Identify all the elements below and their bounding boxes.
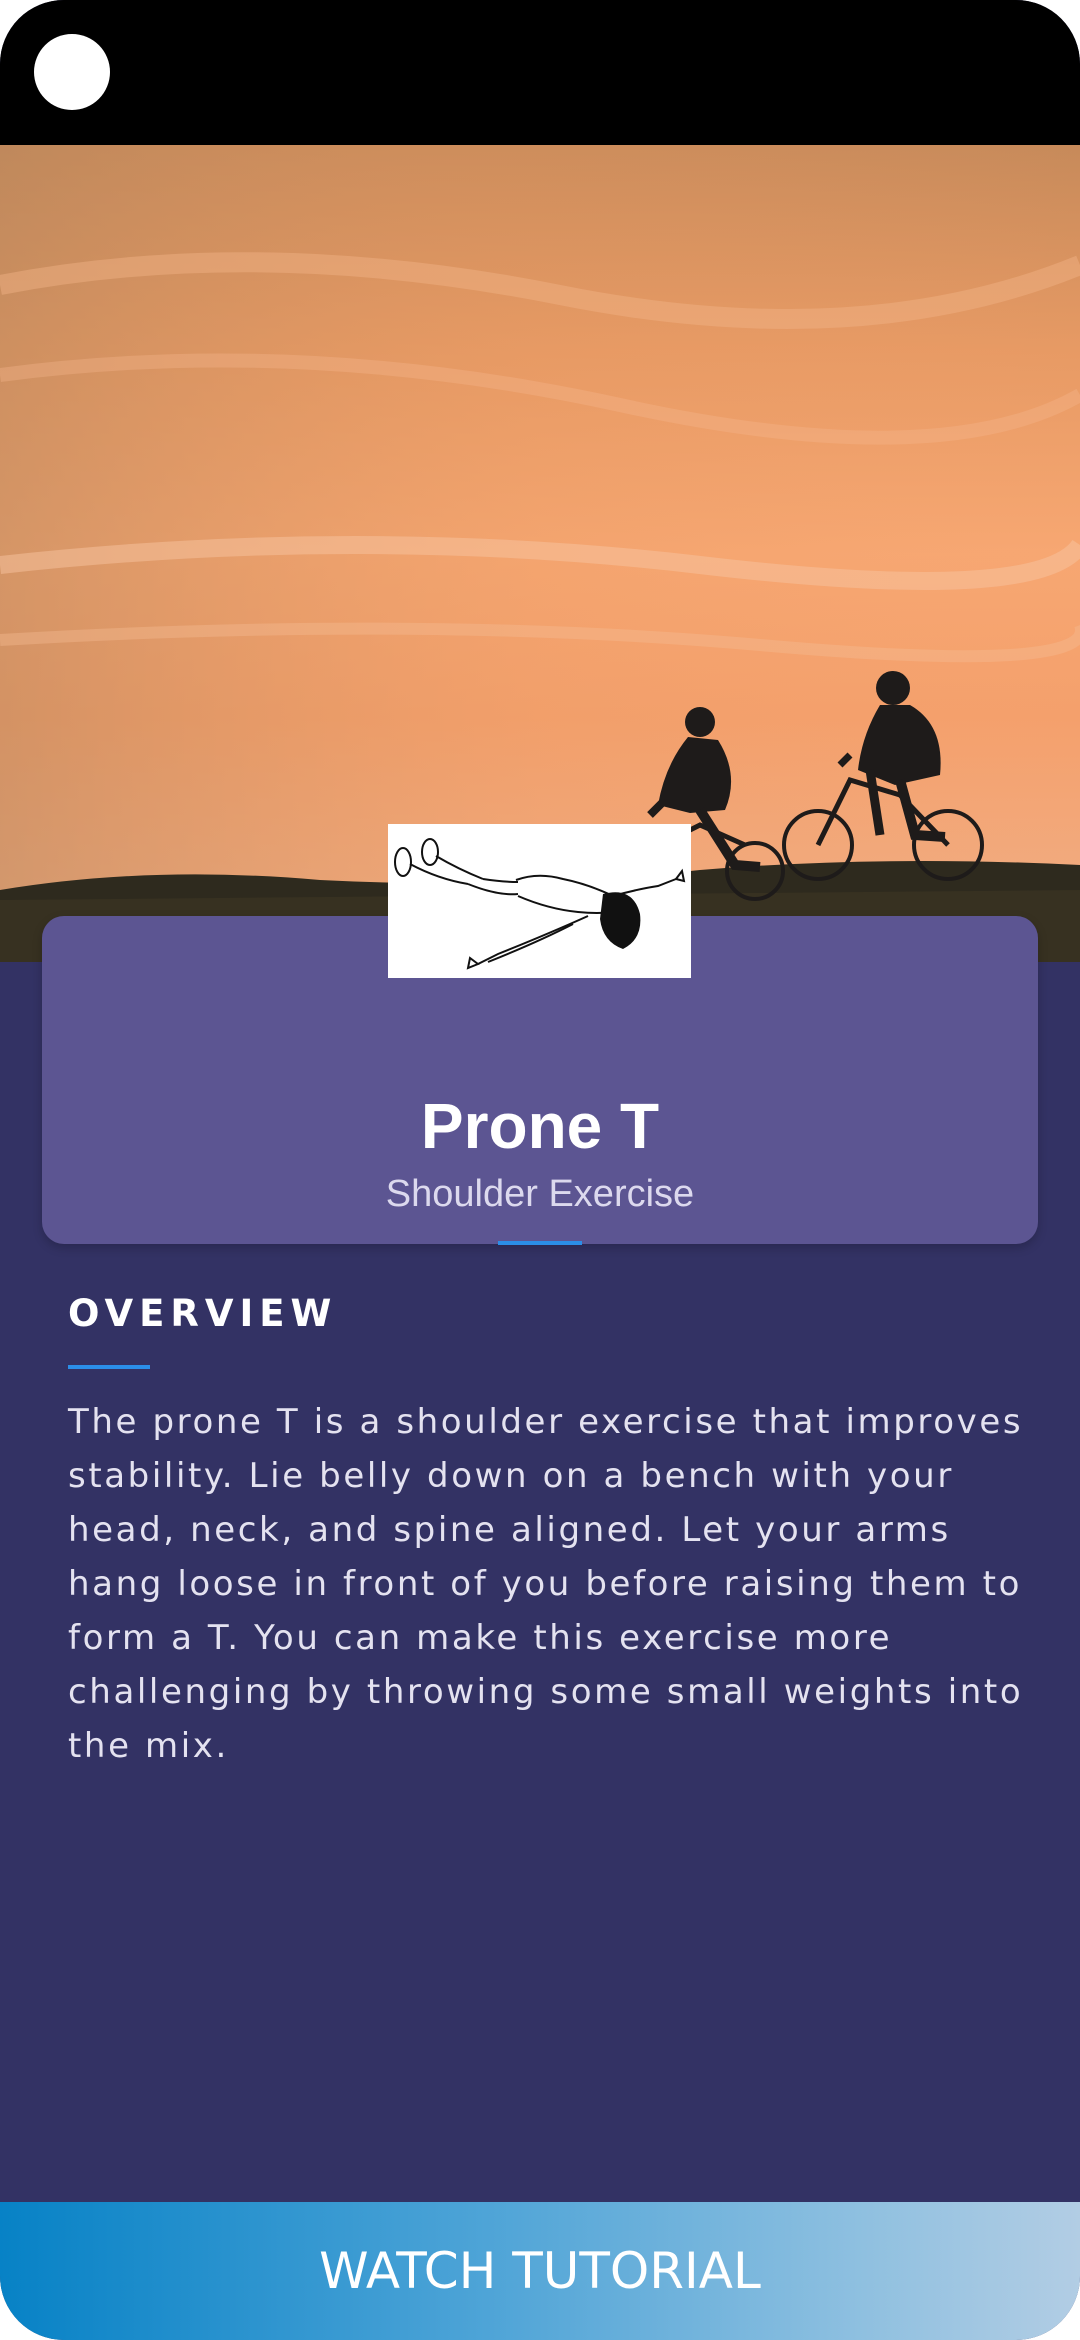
exercise-subtitle: Shoulder Exercise bbox=[385, 1173, 695, 1215]
overview-heading: OVERVIEW bbox=[68, 1292, 338, 1335]
exercise-illustration bbox=[388, 824, 691, 978]
overview-description: The prone T is a shoulder exercise that … bbox=[68, 1402, 1024, 1766]
camera-cutout bbox=[34, 34, 110, 110]
overview-underline-divider bbox=[68, 1365, 150, 1369]
prone-t-figure-icon bbox=[388, 824, 691, 978]
status-bar bbox=[0, 0, 1080, 145]
exercise-title: Prone T bbox=[420, 1090, 660, 1162]
watch-tutorial-button[interactable]: WATCH TUTORIAL bbox=[0, 2202, 1080, 2340]
app-screen: Prone T Shoulder Exercise OVERVIEW The p… bbox=[0, 0, 1080, 2340]
card-underline-divider bbox=[498, 1241, 582, 1245]
